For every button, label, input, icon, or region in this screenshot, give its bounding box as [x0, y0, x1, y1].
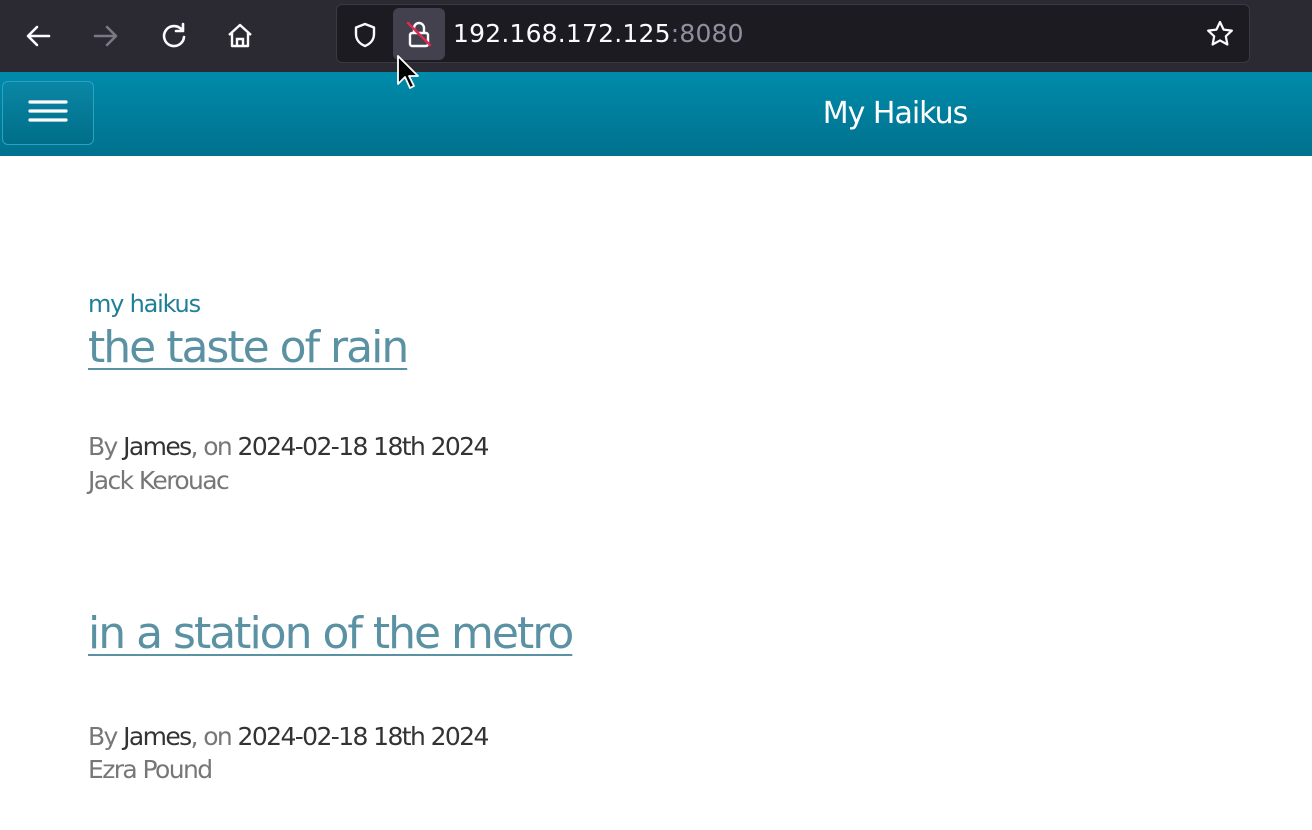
shield-icon[interactable]: [351, 21, 379, 54]
author-name: James: [123, 722, 192, 751]
reload-icon[interactable]: [152, 14, 196, 58]
hamburger-icon: [28, 97, 68, 130]
post-attribution: Ezra Pound: [88, 755, 213, 784]
by-prefix: By: [88, 432, 124, 461]
cursor-icon: [396, 54, 420, 99]
home-icon[interactable]: [218, 14, 262, 58]
post-meta: By James, on 2024-02-18 18th 2024: [88, 722, 490, 751]
menu-button[interactable]: [2, 81, 94, 145]
app-header: My Haikus: [0, 72, 1312, 156]
url-port: :8080: [670, 19, 744, 48]
forward-icon[interactable]: [84, 14, 128, 58]
url-text[interactable]: 192.168.172.125:8080: [453, 17, 744, 51]
section-label: my haikus: [88, 290, 201, 318]
post-title-link[interactable]: in a station of the metro: [88, 608, 574, 659]
author-name: James: [123, 432, 192, 461]
browser-toolbar: 192.168.172.125:8080: [0, 0, 1312, 72]
back-icon[interactable]: [16, 14, 60, 58]
on-text: , on: [190, 722, 238, 751]
star-icon[interactable]: [1205, 19, 1235, 54]
post-date: 2024-02-18 18th 2024: [237, 432, 490, 461]
url-host: 192.168.172.125: [453, 19, 671, 48]
by-prefix: By: [88, 722, 124, 751]
on-text: , on: [190, 432, 238, 461]
insecure-lock-icon[interactable]: [393, 8, 445, 60]
post-title-link[interactable]: the taste of rain: [88, 322, 409, 373]
page-title: My Haikus: [822, 96, 969, 131]
post-date: 2024-02-18 18th 2024: [237, 722, 490, 751]
url-bar[interactable]: 192.168.172.125:8080: [336, 4, 1250, 63]
post-meta: By James, on 2024-02-18 18th 2024: [88, 432, 490, 461]
post-attribution: Jack Kerouac: [88, 466, 230, 495]
